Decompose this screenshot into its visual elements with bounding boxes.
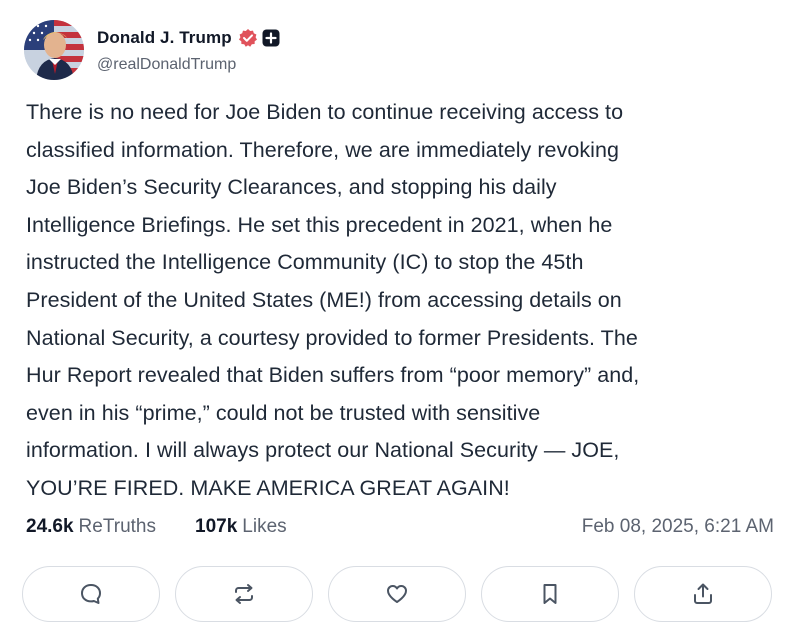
bookmark-icon (543, 584, 557, 604)
author-display-name[interactable]: Donald J. Trump (97, 28, 232, 48)
retruths-stat[interactable]: 24.6k ReTruths (26, 516, 156, 538)
post-body-line: President of the United States (ME!) fro… (26, 287, 622, 312)
verified-badge-icon (238, 28, 258, 48)
post-body-line: Joe Biden’s Security Clearances, and sto… (26, 175, 557, 200)
repost-icon (235, 584, 253, 604)
action-bar (22, 566, 774, 624)
likes-stat[interactable]: 107k Likes (195, 516, 287, 538)
post-stats: 24.6k ReTruths 107k Likes Feb 08, 2025, 6:… (26, 516, 774, 544)
post-body: There is no need for Joe Biden to contin… (26, 94, 786, 508)
bookmark-button[interactable] (481, 566, 619, 622)
avatar[interactable] (24, 20, 84, 80)
post-body-line: Intelligence Briefings. He set this prec… (26, 212, 613, 237)
post-body-line: even in his “prime,” could not be truste… (26, 400, 541, 425)
profile-photo-icon (24, 20, 84, 80)
reply-button[interactable] (22, 566, 160, 622)
like-button[interactable] (328, 566, 466, 622)
post-body-line: National Security, a courtesy provided t… (26, 325, 638, 350)
heart-icon (387, 585, 407, 603)
likes-label: Likes (242, 516, 287, 537)
post-card: Donald J. Trump @realDonaldTrump There i… (0, 0, 800, 642)
post-body-line: There is no need for Joe Biden to contin… (26, 100, 624, 124)
post-body-line: Hur Report revealed that Biden suffers f… (26, 363, 640, 388)
post-body-line: instructed the Intelligence Community (I… (26, 250, 584, 275)
post-body-line: YOU’RE FIRED. MAKE AMERICA GREAT AGAIN! (26, 475, 510, 500)
post-body-line: information. I will always protect our N… (26, 438, 620, 463)
retruth-button[interactable] (175, 566, 313, 622)
share-icon (694, 583, 712, 604)
post-body-line: classified information. Therefore, we ar… (26, 137, 620, 162)
author-name-row: Donald J. Trump (97, 26, 280, 50)
likes-count: 107k (195, 516, 238, 537)
retruths-count: 24.6k (26, 516, 74, 537)
retruths-label: ReTruths (78, 516, 156, 537)
comment-icon (81, 584, 101, 604)
share-button[interactable] (634, 566, 772, 622)
author-handle[interactable]: @realDonaldTrump (97, 56, 236, 74)
plus-badge-icon (262, 29, 280, 47)
post-timestamp[interactable]: Feb 08, 2025, 6:21 AM (582, 516, 774, 538)
